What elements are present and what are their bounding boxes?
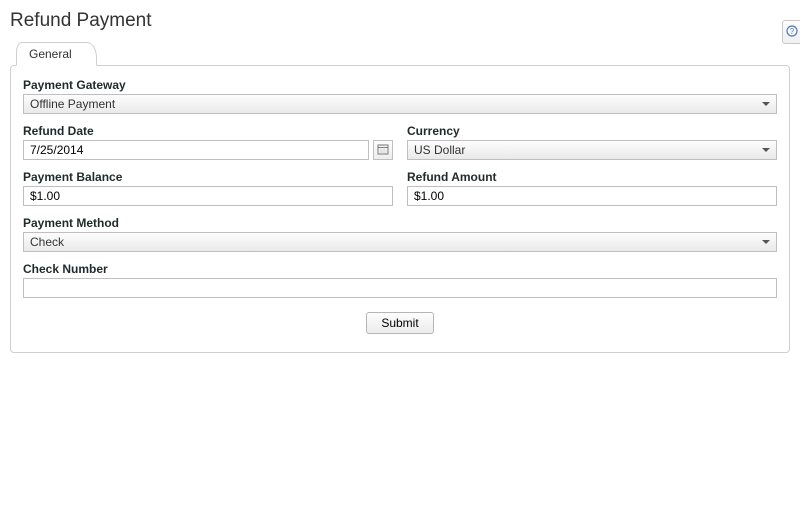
- currency-label: Currency: [407, 124, 777, 138]
- payment-gateway-value: Offline Payment: [30, 97, 115, 111]
- currency-select[interactable]: US Dollar: [407, 140, 777, 160]
- svg-text:?: ?: [789, 27, 794, 36]
- payment-gateway-label: Payment Gateway: [23, 78, 777, 92]
- chevron-down-icon: [762, 148, 770, 152]
- chevron-down-icon: [762, 240, 770, 244]
- payment-method-value: Check: [30, 235, 64, 249]
- refund-date-label: Refund Date: [23, 124, 393, 138]
- payment-method-select[interactable]: Check: [23, 232, 777, 252]
- currency-value: US Dollar: [414, 143, 465, 157]
- tab-general[interactable]: General: [16, 42, 97, 66]
- refund-date-calendar-button[interactable]: [373, 140, 393, 160]
- tab-label: General: [29, 47, 72, 61]
- submit-button[interactable]: Submit: [366, 312, 433, 334]
- help-icon: ?: [786, 25, 798, 40]
- refund-date-input[interactable]: [23, 140, 369, 160]
- refund-amount-input[interactable]: [407, 186, 777, 206]
- check-number-label: Check Number: [23, 262, 777, 276]
- payment-balance-label: Payment Balance: [23, 170, 393, 184]
- general-panel: Payment Gateway Offline Payment Refund D…: [10, 65, 790, 353]
- calendar-icon: [377, 143, 389, 158]
- page-title: Refund Payment: [10, 10, 790, 32]
- check-number-input[interactable]: [23, 278, 777, 298]
- payment-gateway-select[interactable]: Offline Payment: [23, 94, 777, 114]
- payment-method-label: Payment Method: [23, 216, 777, 230]
- chevron-down-icon: [762, 102, 770, 106]
- help-icon-button[interactable]: ?: [782, 20, 800, 44]
- refund-amount-label: Refund Amount: [407, 170, 777, 184]
- payment-balance-input[interactable]: [23, 186, 393, 206]
